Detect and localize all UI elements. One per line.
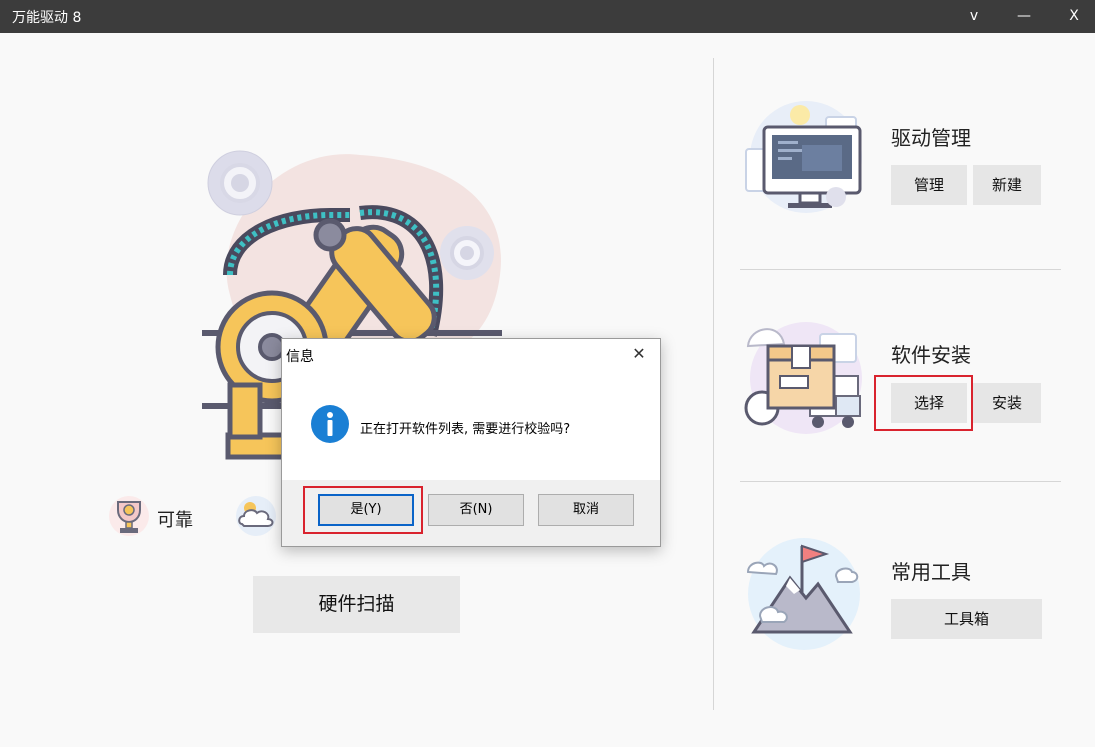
mountain-flag-illustration	[746, 538, 860, 650]
dialog-close-icon[interactable]: ✕	[628, 343, 650, 365]
minimize-button[interactable]: —	[1006, 0, 1042, 33]
section-divider	[740, 481, 1061, 482]
toolbox-button[interactable]: 工具箱	[891, 599, 1042, 639]
software-install-title: 软件安装	[891, 343, 971, 367]
title-bar: 万能驱动 8 v — X	[0, 0, 1095, 33]
software-install-button[interactable]: 安装	[973, 383, 1041, 423]
collapse-button[interactable]: v	[956, 0, 992, 33]
section-divider	[740, 269, 1061, 270]
trophy-icon	[109, 496, 149, 536]
driver-manage-button[interactable]: 管理	[891, 165, 967, 205]
feature-reliable-label: 可靠	[157, 510, 193, 531]
monitor-illustration	[745, 101, 862, 213]
window-title: 万能驱动 8	[12, 10, 82, 26]
package-delivery-illustration	[744, 322, 862, 434]
vertical-divider	[713, 58, 714, 710]
info-icon	[311, 405, 349, 443]
select-button-highlight	[874, 375, 973, 431]
common-tools-title: 常用工具	[891, 560, 971, 584]
hardware-scan-button[interactable]: 硬件扫描	[253, 576, 460, 633]
driver-management-title: 驱动管理	[891, 126, 971, 150]
dialog-cancel-button[interactable]: 取消	[538, 494, 634, 526]
dialog-message: 正在打开软件列表, 需要进行校验吗?	[360, 422, 571, 437]
dialog-title: 信息	[286, 349, 314, 365]
driver-new-button[interactable]: 新建	[973, 165, 1041, 205]
close-button[interactable]: X	[1056, 0, 1092, 33]
dialog-no-button[interactable]: 否(N)	[428, 494, 524, 526]
cloud-icon	[236, 496, 276, 536]
yes-button-highlight	[303, 486, 423, 534]
